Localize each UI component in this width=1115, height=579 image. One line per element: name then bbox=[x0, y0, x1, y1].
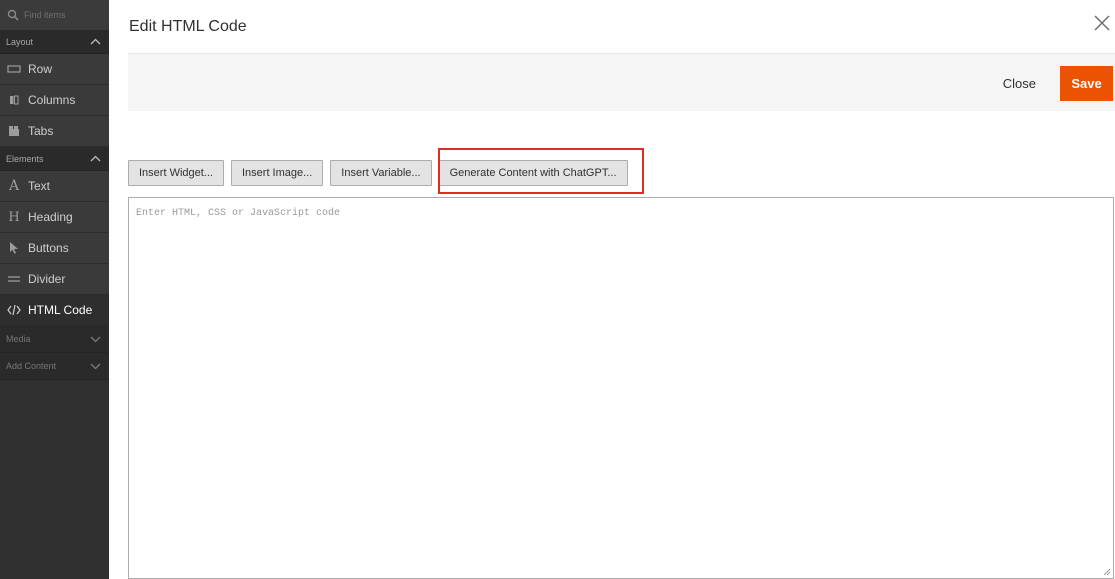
sidebar-item-html-code[interactable]: HTML Code bbox=[0, 295, 109, 326]
columns-icon bbox=[6, 93, 22, 107]
tabs-icon bbox=[6, 124, 22, 138]
sidebar-item-divider[interactable]: Divider bbox=[0, 264, 109, 295]
search-icon bbox=[7, 9, 19, 21]
save-button[interactable]: Save bbox=[1060, 66, 1113, 101]
buttons-icon bbox=[6, 241, 22, 255]
heading-icon: H bbox=[8, 209, 20, 225]
resize-handle-icon[interactable] bbox=[1103, 568, 1111, 576]
group-layout[interactable]: Layout bbox=[0, 30, 109, 54]
close-button[interactable]: Close bbox=[1003, 76, 1036, 91]
group-elements-label: Elements bbox=[6, 153, 44, 164]
chevron-up-icon bbox=[90, 155, 101, 162]
group-elements[interactable]: Elements bbox=[0, 147, 109, 171]
sidebar-item-label: Buttons bbox=[28, 241, 69, 255]
chevron-down-icon bbox=[90, 336, 101, 342]
sidebar-item-text[interactable]: A Text bbox=[0, 171, 109, 202]
sidebar-item-heading[interactable]: H Heading bbox=[0, 202, 109, 233]
sidebar-item-tabs[interactable]: Tabs bbox=[0, 116, 109, 147]
editor-placeholder: Enter HTML, CSS or JavaScript code bbox=[136, 208, 341, 219]
chevron-down-icon bbox=[90, 363, 101, 369]
divider-icon bbox=[6, 272, 22, 286]
sidebar-item-label: Divider bbox=[28, 272, 66, 286]
sidebar-item-label: Columns bbox=[28, 93, 76, 107]
group-media-label: Media bbox=[6, 334, 31, 344]
sidebar-search[interactable]: Find items bbox=[0, 0, 109, 30]
text-icon: A bbox=[8, 178, 20, 194]
insert-image-button[interactable]: Insert Image... bbox=[230, 160, 324, 186]
group-add-content-label: Add Content bbox=[6, 361, 57, 371]
chevron-up-icon bbox=[90, 38, 101, 45]
insert-widget-button[interactable]: Insert Widget... bbox=[128, 160, 224, 186]
sidebar-item-row[interactable]: Row bbox=[0, 54, 109, 85]
edit-html-modal: Edit HTML Code Close Save Insert Widget.… bbox=[109, 0, 1115, 579]
row-icon bbox=[6, 62, 22, 76]
generate-chatgpt-button[interactable]: Generate Content with ChatGPT... bbox=[438, 160, 628, 186]
sidebar: Find items Layout Row Columns Tabs Eleme… bbox=[0, 0, 109, 579]
search-placeholder: Find items bbox=[24, 10, 66, 20]
group-layout-label: Layout bbox=[6, 36, 34, 47]
group-add-content[interactable]: Add Content bbox=[0, 353, 109, 380]
sidebar-item-label: Row bbox=[28, 62, 53, 76]
group-media[interactable]: Media bbox=[0, 326, 109, 353]
editor-toolbar: Insert Widget... Insert Image... Insert … bbox=[128, 160, 635, 186]
sidebar-item-label: Tabs bbox=[28, 124, 54, 138]
html-code-icon bbox=[6, 303, 22, 317]
modal-title: Edit HTML Code bbox=[129, 18, 247, 35]
sidebar-item-columns[interactable]: Columns bbox=[0, 85, 109, 116]
close-icon[interactable] bbox=[1093, 14, 1111, 32]
insert-variable-button[interactable]: Insert Variable... bbox=[330, 160, 432, 186]
sidebar-item-buttons[interactable]: Buttons bbox=[0, 233, 109, 264]
sidebar-item-label: HTML Code bbox=[28, 303, 93, 317]
sidebar-item-label: Text bbox=[28, 179, 51, 193]
html-code-editor[interactable]: Enter HTML, CSS or JavaScript code bbox=[128, 197, 1114, 579]
sidebar-item-label: Heading bbox=[28, 210, 73, 224]
modal-action-bar: Close Save bbox=[128, 53, 1115, 111]
